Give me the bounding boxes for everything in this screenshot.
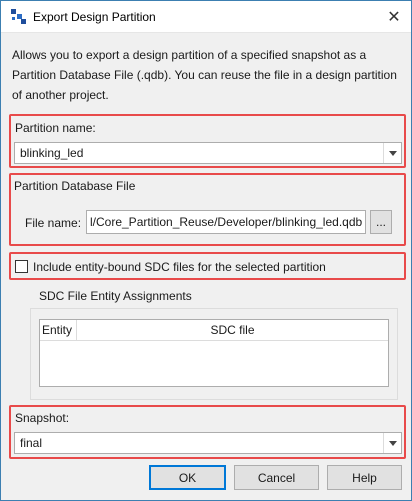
column-header-entity[interactable]: Entity <box>42 320 76 340</box>
description-text: Allows you to export a design partition … <box>12 48 397 102</box>
browse-button[interactable]: ... <box>370 210 392 234</box>
sdc-assignments-table[interactable]: Entity SDC file <box>39 319 389 387</box>
close-icon: ✕ <box>387 9 401 26</box>
ok-button[interactable]: OK <box>149 465 226 490</box>
partition-name-group: Partition name: blinking_led <box>9 114 406 168</box>
close-button[interactable]: ✕ <box>383 6 405 28</box>
table-header: Entity SDC file <box>40 320 388 341</box>
sdc-assignments-frame: Entity SDC file <box>30 308 398 400</box>
partition-name-combo[interactable]: blinking_led <box>14 142 402 164</box>
window-title: Export Design Partition <box>33 10 156 24</box>
app-icon <box>11 9 26 24</box>
title-bar: Export Design Partition ✕ <box>1 1 411 33</box>
help-label: Help <box>352 470 377 485</box>
snapshot-group: Snapshot: final <box>9 405 406 459</box>
snapshot-dropdown-arrow[interactable] <box>383 433 401 453</box>
include-sdc-label[interactable]: Include entity-bound SDC files for the s… <box>33 260 326 274</box>
browse-label: ... <box>375 215 386 229</box>
include-sdc-group: Include entity-bound SDC files for the s… <box>9 252 406 280</box>
export-design-partition-dialog: Export Design Partition ✕ Allows you to … <box>0 0 412 501</box>
chevron-down-icon <box>388 440 397 446</box>
snapshot-label: Snapshot: <box>15 411 70 425</box>
snapshot-value: final <box>20 436 43 450</box>
column-header-sdc-file[interactable]: SDC file <box>77 320 388 340</box>
file-name-value: l/Core_Partition_Reuse/Developer/blinkin… <box>90 215 363 229</box>
file-name-label: File name: <box>25 216 82 230</box>
chevron-down-icon <box>388 150 397 156</box>
ok-label: OK <box>178 470 197 485</box>
help-button[interactable]: Help <box>327 465 402 490</box>
partition-name-label: Partition name: <box>15 121 96 135</box>
sdc-assignments-title: SDC File Entity Assignments <box>39 289 192 303</box>
snapshot-combo[interactable]: final <box>14 432 402 454</box>
partition-database-file-group: Partition Database File File name: l/Cor… <box>9 173 406 246</box>
partition-database-file-title: Partition Database File <box>14 179 136 193</box>
partition-name-value: blinking_led <box>20 146 84 160</box>
partition-dropdown-arrow[interactable] <box>383 143 401 163</box>
file-name-input[interactable]: l/Core_Partition_Reuse/Developer/blinkin… <box>86 210 366 234</box>
include-sdc-checkbox[interactable] <box>15 260 28 273</box>
cancel-label: Cancel <box>257 470 296 485</box>
cancel-button[interactable]: Cancel <box>234 465 319 490</box>
